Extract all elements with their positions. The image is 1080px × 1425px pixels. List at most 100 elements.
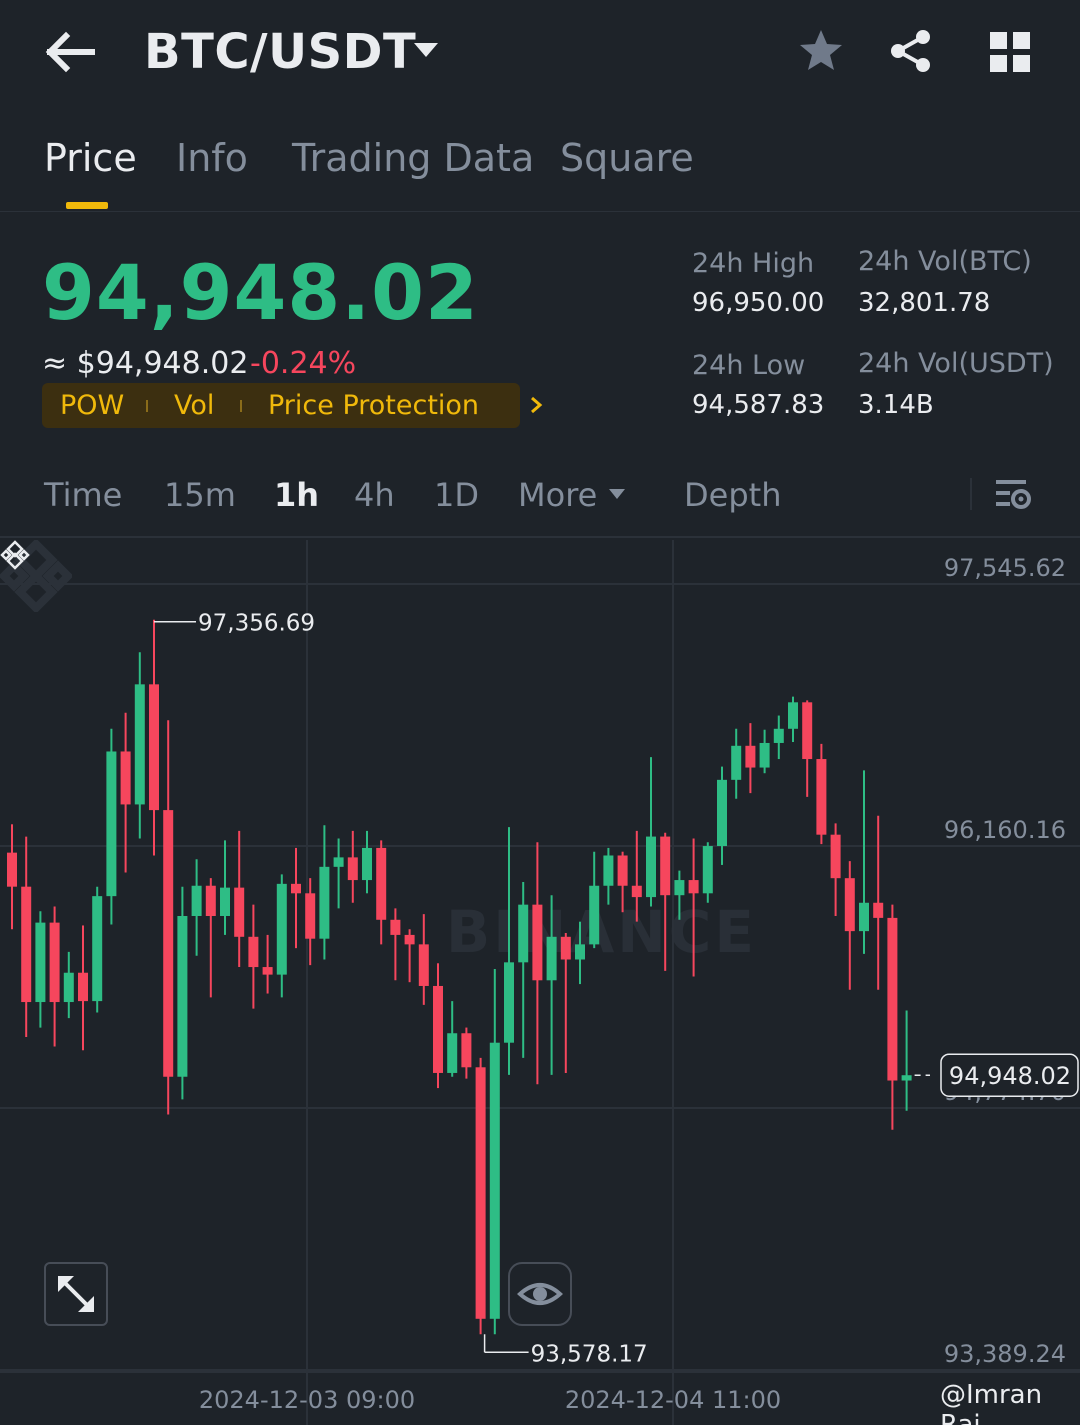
candle-body: [759, 742, 770, 768]
last-price-tag-label: 94,948.02: [949, 1062, 1071, 1090]
price-change-percent: -0.24%: [250, 346, 357, 381]
candle-body: [418, 944, 429, 986]
candle-body: [631, 885, 642, 898]
candle-body: [532, 904, 543, 981]
candle-body: [859, 902, 869, 932]
interval-4h[interactable]: 4h: [354, 476, 395, 514]
x-tick-label: 2024-12-03 09:00: [199, 1386, 415, 1414]
candle-body: [291, 883, 301, 894]
chart-settings-icon[interactable]: [994, 476, 1032, 512]
candle-body: [560, 936, 571, 960]
candle-body: [63, 972, 74, 1003]
candle-body: [518, 904, 529, 963]
candle-body: [7, 852, 17, 887]
candle-body: [830, 834, 841, 879]
candle-body: [149, 684, 159, 811]
tab-price[interactable]: Price: [44, 136, 137, 180]
candle-body: [163, 810, 174, 1077]
candle-body: [191, 885, 202, 916]
candle-body: [78, 972, 88, 1002]
fullscreen-button[interactable]: [44, 1262, 108, 1326]
candle-body: [589, 885, 600, 945]
tab-square[interactable]: Square: [560, 136, 694, 180]
candle-body: [234, 887, 245, 937]
tag-vol[interactable]: Vol: [174, 390, 214, 421]
candle-body: [546, 936, 557, 981]
interval-more[interactable]: More: [518, 476, 597, 514]
candle-body: [106, 751, 117, 897]
candle-body: [844, 878, 855, 932]
candle-body: [788, 702, 798, 729]
top-bar: BTC/USDT: [0, 0, 1080, 110]
y-tick-label: 96,160.16: [944, 816, 1066, 844]
interval-1h[interactable]: 1h: [274, 476, 319, 514]
candle-body: [475, 1067, 486, 1319]
tag-bar[interactable]: POW Vol Price Protection: [42, 383, 543, 428]
candlestick-chart[interactable]: BINANCE 97,545.6296,160.1694,774.7093,38…: [0, 540, 1080, 1425]
candle-body: [873, 902, 884, 918]
star-icon[interactable]: [798, 28, 844, 74]
binance-logo-icon: [0, 540, 30, 570]
vol-usdt-value: 3.14B: [858, 390, 934, 420]
vol-usdt-label: 24h Vol(USDT): [858, 348, 1054, 379]
x-tick-label: 2024-12-04 11:00: [565, 1386, 781, 1414]
candle-body: [248, 936, 259, 968]
candle-body: [447, 1033, 458, 1073]
low-marker-label: 93,578.17: [531, 1341, 648, 1367]
candle-body: [262, 967, 273, 975]
pair-title[interactable]: BTC/USDT: [144, 24, 416, 80]
tab-trading-data[interactable]: Trading Data: [292, 136, 534, 180]
share-icon[interactable]: [888, 28, 934, 74]
visibility-toggle-button[interactable]: [508, 1262, 572, 1326]
candle-body: [489, 1042, 500, 1319]
tab-bar: Price Info Trading Data Square: [0, 130, 1080, 212]
y-tick-label: 93,389.24: [944, 1340, 1066, 1368]
candle-body: [603, 855, 614, 886]
tag-price-protection[interactable]: Price Protection: [268, 390, 479, 421]
eye-icon: [517, 1283, 563, 1305]
grid-icon[interactable]: [988, 30, 1032, 74]
tag-divider: [240, 400, 242, 412]
candle-body: [92, 896, 103, 1002]
candle-body: [461, 1033, 472, 1068]
candle-body: [220, 887, 230, 916]
candle-body: [276, 883, 287, 975]
candle-body: [49, 922, 60, 1003]
expand-icon: [58, 1276, 94, 1312]
author-credit: @Imran Rai: [940, 1380, 1043, 1425]
candle-body: [802, 702, 813, 760]
candle-body: [347, 857, 358, 881]
candle-body: [745, 745, 756, 768]
candle-body: [433, 985, 443, 1073]
interval-15m[interactable]: 15m: [164, 476, 236, 514]
candle-body: [901, 1075, 912, 1081]
candle-body: [333, 857, 344, 867]
candle-body: [660, 836, 671, 896]
interval-time[interactable]: Time: [44, 476, 122, 514]
caret-down-icon[interactable]: [412, 40, 440, 60]
candle-body: [773, 728, 784, 743]
vol-btc-label: 24h Vol(BTC): [858, 246, 1032, 277]
candle-body: [319, 866, 330, 939]
active-tab-indicator: [66, 202, 108, 209]
candle-body: [362, 847, 372, 881]
interval-1d[interactable]: 1D: [434, 476, 479, 514]
candle-body: [674, 880, 685, 896]
chevron-right-icon[interactable]: [528, 395, 544, 415]
low-24h-value: 94,587.83: [692, 390, 825, 420]
candle-body: [390, 919, 401, 935]
high-24h-value: 96,950.00: [692, 288, 825, 318]
candle-body: [177, 915, 188, 1077]
tag-pow[interactable]: POW: [60, 390, 124, 421]
divider: [970, 478, 972, 510]
candle-body: [504, 962, 514, 1043]
vol-btc-value: 32,801.78: [858, 288, 991, 318]
caret-down-icon[interactable]: [608, 488, 626, 500]
low-24h-label: 24h Low: [692, 350, 806, 381]
tab-info[interactable]: Info: [176, 136, 248, 180]
candle-body: [617, 855, 628, 886]
back-arrow-icon[interactable]: [44, 30, 96, 74]
candle-body: [575, 944, 585, 960]
interval-depth[interactable]: Depth: [684, 476, 781, 514]
approx-usd-price: ≈ $94,948.02: [42, 346, 249, 381]
